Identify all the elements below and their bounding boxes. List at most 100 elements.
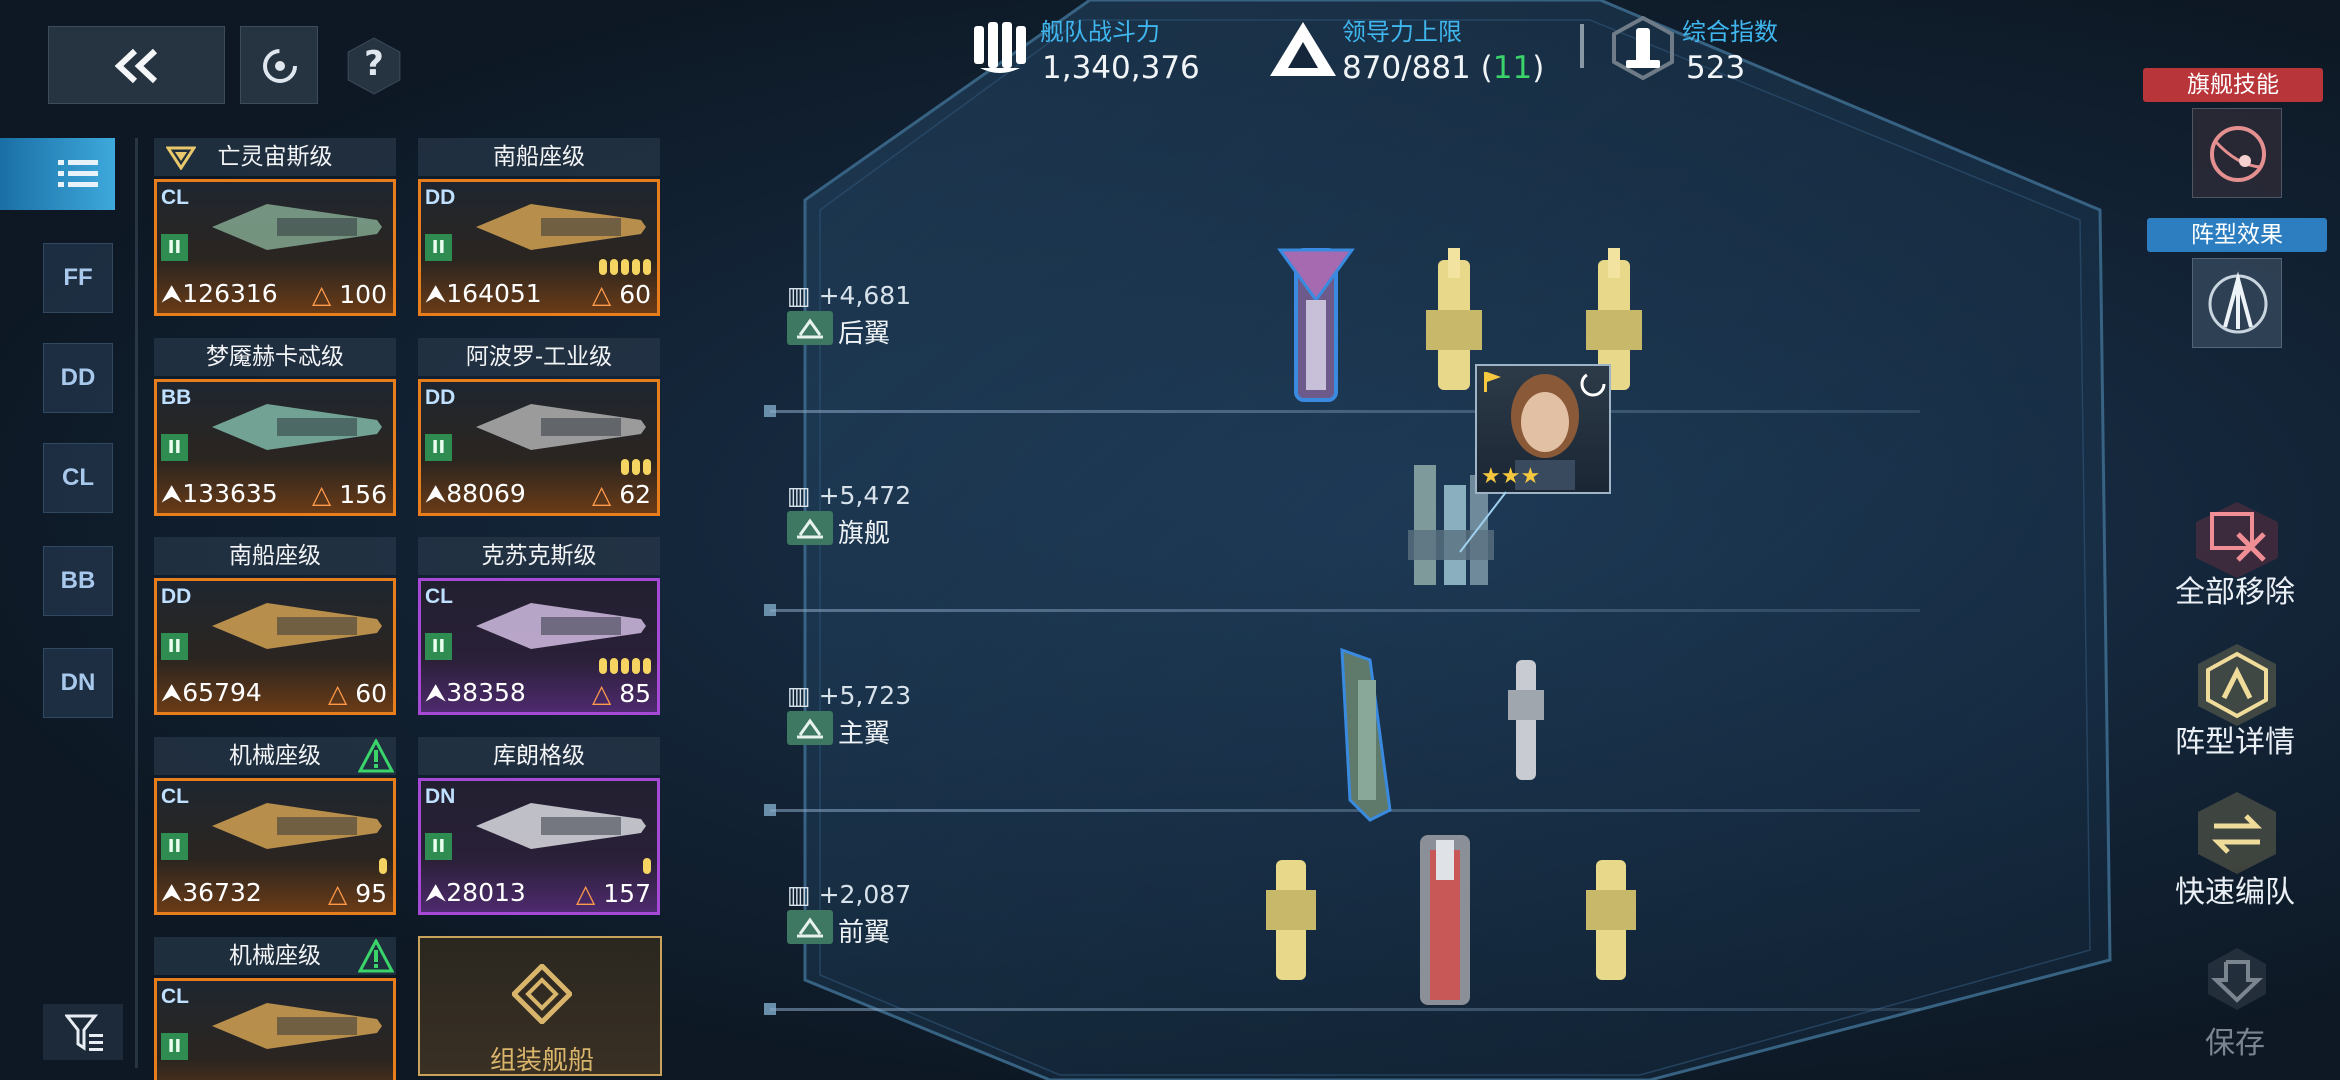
list-icon: [58, 160, 98, 187]
swap-commander-icon[interactable]: [1579, 370, 1607, 398]
refresh-button[interactable]: [240, 26, 318, 104]
ship-card[interactable]: 亡灵宙斯级 CL II ⮝126316 △ 100: [154, 138, 396, 322]
ship-image: [212, 404, 382, 450]
battleship-class-icon: BB: [60, 567, 96, 594]
save-icon: [2208, 948, 2266, 1010]
ship-card[interactable]: 机械座级 CL II ⮝36732 △ 95: [154, 737, 396, 921]
ship-card-body: BB II ⮝133635 △ 156: [154, 379, 396, 516]
save-label: 保存: [2205, 1026, 2265, 1061]
level-pips: [621, 459, 651, 475]
ship-image: [476, 404, 646, 450]
ship-rear-mid: [1426, 248, 1482, 390]
level-pip: [621, 459, 629, 475]
assemble-label: 组装舰船: [489, 1046, 594, 1076]
list-view-tab[interactable]: [0, 138, 115, 210]
assemble-ship-button[interactable]: 组装舰船: [418, 936, 662, 1076]
ship-cost: △ 85: [591, 679, 651, 708]
ship-image: [476, 204, 646, 250]
filter-button[interactable]: [43, 1004, 123, 1060]
ship-power: ⮝164051: [425, 279, 542, 308]
ship-class-icon: DN: [425, 785, 456, 808]
back-button[interactable]: [48, 26, 225, 104]
command-cost-icon: △: [576, 879, 596, 908]
ship-class-icon: BB: [161, 386, 192, 409]
ship-power: ⮝38358: [425, 678, 526, 707]
ship-power: ⮝133635: [161, 479, 278, 508]
commander-stars: ★★★: [1481, 464, 1541, 489]
flag-icon: [1484, 372, 1501, 392]
quick-form-icon: [2198, 792, 2276, 874]
formation-ships[interactable]: [1240, 240, 1700, 1040]
filter-dd[interactable]: DD: [43, 343, 113, 413]
formation-effect-button[interactable]: [2192, 258, 2282, 348]
ship-power: ⮝126316: [161, 279, 278, 308]
formation-detail-icon: [2198, 644, 2276, 726]
ship-cost: △ 62: [591, 480, 651, 509]
row-name: 前翼: [838, 918, 891, 948]
level-pip: [599, 658, 607, 674]
ship-card[interactable]: 机械座级 CL II: [154, 937, 396, 1080]
tier-badge: II: [161, 633, 188, 660]
save-button[interactable]: [2192, 944, 2282, 1014]
level-pip: [621, 259, 629, 275]
main-wing-icon: [787, 711, 833, 745]
filter-bb[interactable]: BB: [43, 546, 113, 616]
ship-cost: △ 157: [576, 879, 651, 908]
overall-index-icon: [1612, 16, 1674, 80]
ship-power: ⮝28013: [425, 878, 526, 907]
level-pip: [379, 858, 387, 874]
fleet-power-icon: [974, 22, 1026, 73]
row-name: 旗舰: [838, 519, 891, 549]
ship-power: ⮝36732: [161, 878, 262, 907]
power-arrow-icon: ⮝: [161, 479, 183, 508]
ship-class-icon: DD: [425, 386, 456, 409]
level-pip: [610, 658, 618, 674]
flagship-icon: [787, 511, 833, 545]
power-icon: ▥: [787, 281, 819, 310]
level-pip: [632, 459, 640, 475]
refresh-icon: [263, 49, 297, 83]
ship-front-right: [1586, 860, 1636, 980]
row-name: 主翼: [838, 719, 891, 749]
formation-detail-label: 阵型详情: [2175, 725, 2295, 760]
command-cost-icon: △: [591, 679, 612, 708]
ship-name: 库朗格级: [418, 737, 660, 775]
ship-card-body: DN II ⮝28013 △ 157: [418, 778, 660, 915]
ship-class-icon: CL: [161, 785, 189, 808]
ship-image: [476, 603, 646, 649]
ship-card[interactable]: 南船座级 DD II ⮝164051 △ 60: [418, 138, 660, 322]
ship-main-right: [1508, 660, 1544, 780]
ship-image: [212, 803, 382, 849]
power-arrow-icon: ⮝: [425, 479, 447, 508]
ship-card[interactable]: 南船座级 DD II ⮝65794 △ 60: [154, 537, 396, 721]
row-power-bonus: ▥ +2,087: [787, 880, 912, 909]
ship-image: [212, 1003, 382, 1049]
command-limit-label: 领导力上限: [1342, 18, 1462, 46]
destroyer-class-icon: DD: [60, 364, 96, 391]
command-limit-extra: 11: [1492, 50, 1533, 86]
ship-cost: △ 60: [591, 280, 651, 309]
frigate-class-icon: FF: [63, 264, 93, 291]
filter-ff[interactable]: FF: [43, 243, 113, 313]
command-cost-icon: △: [312, 480, 332, 509]
ship-card[interactable]: 梦魇赫卡忒级 BB II ⮝133635 △ 156: [154, 338, 396, 522]
light-cruiser-class-icon: CL: [62, 464, 94, 491]
filter-dn[interactable]: DN: [43, 648, 113, 718]
flagship-skill-button[interactable]: [2192, 108, 2282, 198]
ship-name: 克苏克斯级: [418, 537, 660, 575]
ship-card-body: CL II: [154, 978, 396, 1080]
ship-image: [212, 603, 382, 649]
help-button[interactable]: ?: [346, 36, 402, 96]
ship-card[interactable]: 克苏克斯级 CL II ⮝38358 △ 85: [418, 537, 660, 721]
filter-cl[interactable]: CL: [43, 443, 113, 513]
rail-divider: [135, 138, 138, 1068]
commander-portrait[interactable]: ★★★: [1475, 364, 1611, 494]
tier-badge: II: [161, 234, 188, 261]
power-arrow-icon: ⮝: [161, 279, 183, 308]
ship-image: [212, 204, 382, 250]
ship-cost: △ 95: [327, 879, 387, 908]
ship-class-icon: CL: [161, 985, 189, 1008]
ship-card[interactable]: 阿波罗-工业级 DD II ⮝88069 △ 62: [418, 338, 660, 522]
tier-badge: II: [425, 633, 452, 660]
ship-card[interactable]: 库朗格级 DN II ⮝28013 △ 157: [418, 737, 660, 921]
